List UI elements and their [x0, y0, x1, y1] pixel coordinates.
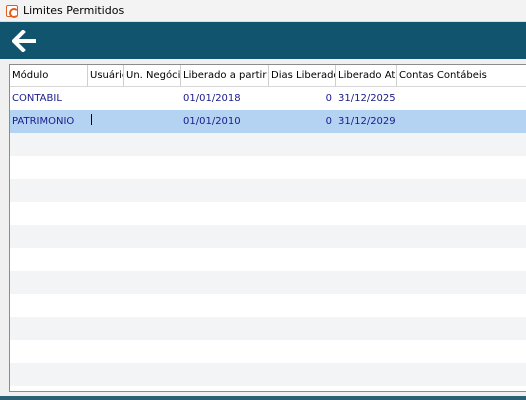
cell-dias-liberados: 0 — [325, 93, 332, 104]
back-button[interactable] — [11, 29, 38, 53]
empty-row — [10, 317, 526, 340]
cell-liberado-a-partir: 01/01/2010 — [183, 116, 241, 127]
cell-un-negocio — [126, 87, 179, 110]
column-header-modulo[interactable]: Módulo — [10, 65, 88, 87]
limits-table[interactable]: Módulo Usuário Un. Negócio Liberado a pa… — [9, 64, 526, 392]
cell-liberado-a-partir: 01/01/2018 — [183, 93, 241, 104]
text-cursor — [91, 114, 92, 125]
empty-row — [10, 363, 526, 386]
empty-row — [10, 225, 526, 248]
empty-row — [10, 156, 526, 179]
column-header-un-negocio[interactable]: Un. Negócio — [124, 65, 181, 87]
empty-row — [10, 340, 526, 363]
cell-dias-liberados: 0 — [325, 116, 332, 127]
empty-row — [10, 133, 526, 156]
toolbar — [0, 22, 526, 59]
title-bar: Limites Permitidos — [0, 0, 526, 22]
cell-contas-contabeis — [399, 87, 525, 110]
table-row[interactable]: CONTABIL 01/01/2018 0 31/12/2025 — [10, 87, 526, 110]
cell-liberado-ate: 31/12/2025 — [338, 93, 395, 104]
cell-modulo: PATRIMONIO — [12, 116, 75, 127]
empty-row — [10, 179, 526, 202]
table-header: Módulo Usuário Un. Negócio Liberado a pa… — [10, 65, 526, 87]
column-header-liberado-a-partir[interactable]: Liberado a partir de — [181, 65, 269, 87]
cell-modulo: CONTABIL — [12, 93, 62, 104]
empty-row — [10, 248, 526, 271]
cell-un-negocio — [126, 110, 179, 133]
column-header-contas-contabeis[interactable]: Contas Contábeis — [397, 65, 526, 87]
cell-usuario — [90, 87, 122, 110]
arrow-left-icon — [11, 29, 36, 53]
app-icon — [6, 4, 19, 18]
cell-contas-contabeis — [399, 110, 525, 133]
empty-row — [10, 271, 526, 294]
cell-usuario[interactable] — [90, 110, 122, 133]
status-bar — [0, 396, 526, 400]
table-row-selected[interactable]: PATRIMONIO 01/01/2010 0 31/12/2029 — [10, 110, 526, 133]
window-title: Limites Permitidos — [23, 4, 125, 17]
empty-row — [10, 202, 526, 225]
column-header-liberado-ate[interactable]: Liberado Até — [336, 65, 397, 87]
empty-row — [10, 294, 526, 317]
column-header-dias-liberados[interactable]: Dias Liberados — [269, 65, 336, 87]
column-header-usuario[interactable]: Usuário — [88, 65, 124, 87]
cell-liberado-ate: 31/12/2029 — [338, 116, 395, 127]
